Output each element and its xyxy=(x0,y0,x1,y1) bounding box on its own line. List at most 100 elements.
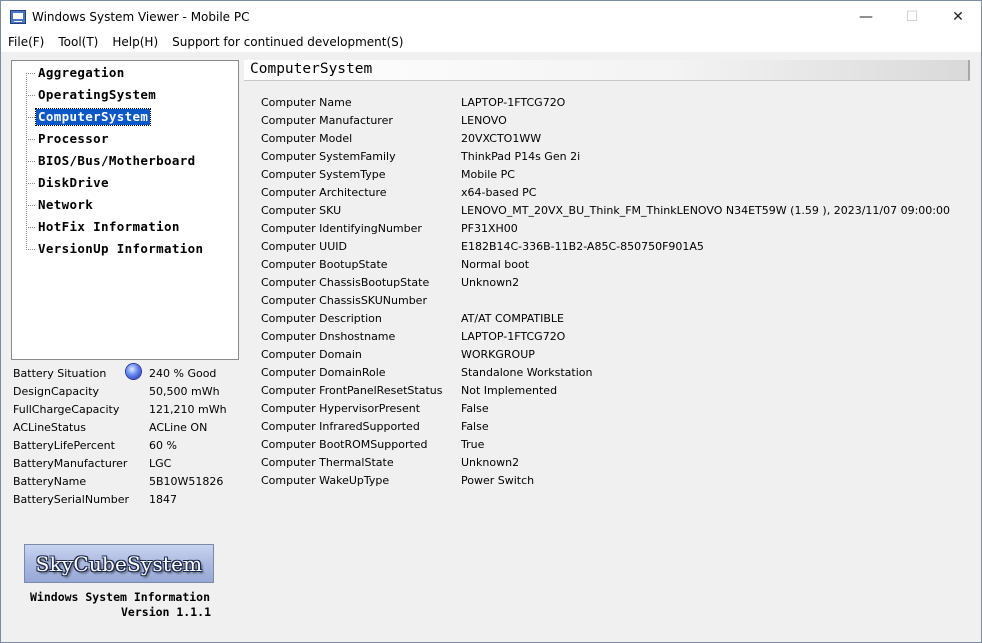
tree-item-versionup-information[interactable]: VersionUp Information xyxy=(26,240,205,258)
tree-item-label: ComputerSystem xyxy=(34,108,152,126)
property-value: Mobile PC xyxy=(461,167,515,181)
property-key: Computer IdentifyingNumber xyxy=(261,221,422,235)
property-key: Computer Architecture xyxy=(261,185,387,199)
property-value: AT/AT COMPATIBLE xyxy=(461,311,565,325)
property-value: E182B14C-336B-11B2-A85C-850750F901A5 xyxy=(461,239,704,253)
property-value: LENOVO xyxy=(461,113,507,127)
battery-key: BatteryManufacturer xyxy=(13,456,128,470)
property-key: Computer SystemType xyxy=(261,167,386,181)
minimize-button[interactable]: — xyxy=(843,1,889,32)
property-key: Computer BootupState xyxy=(261,257,388,271)
property-key: Computer Description xyxy=(261,311,382,325)
tree-item-label: BIOS/Bus/Motherboard xyxy=(38,153,196,168)
tree-item-computersystem[interactable]: ComputerSystem xyxy=(26,108,152,126)
property-key: Computer HypervisorPresent xyxy=(261,401,421,415)
tree-branch xyxy=(26,182,35,184)
section-title: ComputerSystem xyxy=(250,61,373,77)
property-value: x64-based PC xyxy=(461,185,537,199)
property-value: LAPTOP-1FTCG72O xyxy=(461,329,566,343)
tree-item-network[interactable]: Network xyxy=(26,196,95,214)
property-key: Computer ChassisBootupState xyxy=(261,275,430,289)
logo-text: SkyCubeSystem xyxy=(35,551,203,576)
property-value: Unknown2 xyxy=(461,275,520,289)
tree-branch xyxy=(26,138,35,140)
property-key: Computer SystemFamily xyxy=(261,149,396,163)
category-tree[interactable]: Aggregation OperatingSystem ComputerSyst… xyxy=(11,60,239,360)
property-value: WORKGROUP xyxy=(461,347,535,361)
app-monitor-icon xyxy=(10,9,26,24)
tree-branch xyxy=(26,204,35,206)
battery-value: LGC xyxy=(149,456,172,470)
tree-item-label: Network xyxy=(38,197,94,212)
property-value: ThinkPad P14s Gen 2i xyxy=(461,149,581,163)
battery-key: DesignCapacity xyxy=(13,384,100,398)
close-button[interactable]: ✕ xyxy=(935,1,981,32)
battery-key: BatterySerialNumber xyxy=(13,492,130,506)
property-key: Computer DomainRole xyxy=(261,365,386,379)
menu-file[interactable]: File(F) xyxy=(1,35,51,49)
skycubesystem-logo[interactable]: SkyCubeSystem xyxy=(24,544,214,583)
menu-help[interactable]: Help(H) xyxy=(105,35,165,49)
battery-key: FullChargeCapacity xyxy=(13,402,120,416)
menu-bar: File(F) Tool(T) Help(H) Support for cont… xyxy=(1,32,981,52)
tree-item-label: DiskDrive xyxy=(38,175,109,190)
property-value: LENOVO_MT_20VX_BU_Think_FM_ThinkLENOVO N… xyxy=(461,203,951,217)
property-value: True xyxy=(461,437,485,451)
tree-item-processor[interactable]: Processor xyxy=(26,130,111,148)
tree-item-label: VersionUp Information xyxy=(38,241,204,256)
property-value: False xyxy=(461,419,489,433)
tree-item-operatingsystem[interactable]: OperatingSystem xyxy=(26,86,158,104)
property-key: Computer ThermalState xyxy=(261,455,394,469)
property-key: Computer Manufacturer xyxy=(261,113,393,127)
property-value: 20VXCTO1WW xyxy=(461,131,542,145)
battery-value: 1847 xyxy=(149,492,177,506)
tree-item-diskdrive[interactable]: DiskDrive xyxy=(26,174,111,192)
tree-item-label: Processor xyxy=(38,131,109,146)
battery-key: BatteryName xyxy=(13,474,87,488)
property-value: PF31XH00 xyxy=(461,221,518,235)
tree-item-hotfix-information[interactable]: HotFix Information xyxy=(26,218,182,236)
property-value: Standalone Workstation xyxy=(461,365,593,379)
battery-key: BatteryLifePercent xyxy=(13,438,115,452)
battery-value: 121,210 mWh xyxy=(149,402,227,416)
battery-key: ACLineStatus xyxy=(13,420,86,434)
property-key: Computer UUID xyxy=(261,239,347,253)
tree-item-aggregation[interactable]: Aggregation xyxy=(26,64,127,82)
app-version: Version 1.1.1 xyxy=(121,605,212,619)
app-window: Windows System Viewer - Mobile PC — ☐ ✕ … xyxy=(0,0,982,643)
property-value: Not Implemented xyxy=(461,383,558,397)
property-key: Computer WakeUpType xyxy=(261,473,390,487)
tree-branch xyxy=(26,94,35,96)
property-key: Computer InfraredSupported xyxy=(261,419,420,433)
title-bar[interactable]: Windows System Viewer - Mobile PC — ☐ ✕ xyxy=(1,1,981,32)
property-value: Unknown2 xyxy=(461,455,520,469)
battery-value: 50,500 mWh xyxy=(149,384,220,398)
property-key: Computer SKU xyxy=(261,203,342,217)
property-key: Computer Name xyxy=(261,95,352,109)
property-value: Power Switch xyxy=(461,473,535,487)
tree-branch xyxy=(26,72,35,74)
property-key: Computer Dnshostname xyxy=(261,329,396,343)
caption-buttons: — ☐ ✕ xyxy=(843,1,981,32)
property-value: LAPTOP-1FTCG72O xyxy=(461,95,566,109)
menu-support[interactable]: Support for continued development(S) xyxy=(165,35,410,49)
battery-value: 5B10W51826 xyxy=(149,474,224,488)
battery-value: 240 % Good xyxy=(149,366,217,380)
property-key: Computer BootROMSupported xyxy=(261,437,428,451)
menu-tool[interactable]: Tool(T) xyxy=(51,35,105,49)
battery-status-orb-icon xyxy=(126,364,141,379)
tree-branch xyxy=(26,248,35,250)
property-key: Computer Domain xyxy=(261,347,362,361)
property-key: Computer Model xyxy=(261,131,353,145)
battery-value: 60 % xyxy=(149,438,177,452)
property-key: Computer FrontPanelResetStatus xyxy=(261,383,443,397)
tree-item-label: OperatingSystem xyxy=(38,87,157,102)
maximize-button[interactable]: ☐ xyxy=(889,1,935,32)
property-value: False xyxy=(461,401,489,415)
property-key: Computer ChassisSKUNumber xyxy=(261,293,427,307)
battery-value: ACLine ON xyxy=(149,420,208,434)
tree-branch xyxy=(26,160,35,162)
tree-item-bios-bus-motherboard[interactable]: BIOS/Bus/Motherboard xyxy=(26,152,198,170)
tree-branch xyxy=(26,116,35,118)
window-title: Windows System Viewer - Mobile PC xyxy=(32,9,250,24)
